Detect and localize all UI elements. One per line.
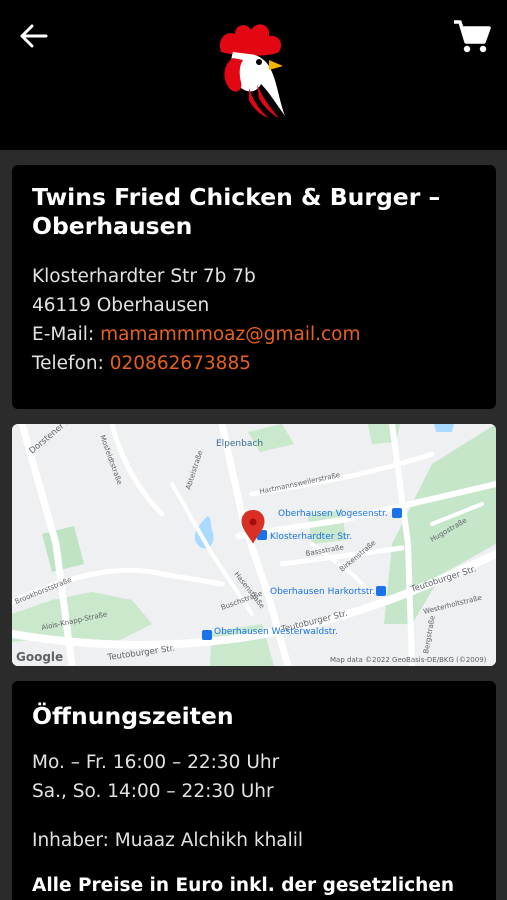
restaurant-info-card: Twins Fried Chicken & Burger – Oberhause… — [12, 165, 496, 409]
map-stop-label: Oberhausen Harkortstr. — [270, 587, 375, 597]
shopping-cart-icon — [454, 20, 491, 53]
weekend-hours: Sa., So. 14:00 – 22:30 Uhr — [32, 781, 274, 802]
owner-info: Inhaber: Muaaz Alchikh khalil — [32, 830, 304, 851]
restaurant-name: Twins Fried Chicken & Burger – Oberhause… — [32, 183, 441, 240]
app-header — [0, 0, 507, 150]
weekday-hours: Mo. – Fr. 16:00 – 22:30 Uhr — [32, 752, 280, 773]
email-label: E-Mail: — [32, 324, 95, 345]
rooster-logo — [213, 22, 293, 120]
opening-hours-card: Öffnungszeiten Mo. – Fr. 16:00 – 22:30 U… — [12, 681, 496, 900]
location-map[interactable]: Dorstener Str. Mosfeldtstraße Hartmannsw… — [12, 424, 496, 666]
cart-button[interactable] — [452, 18, 492, 54]
opening-hours-title: Öffnungszeiten — [32, 702, 234, 730]
email-link[interactable]: mamammmoaz@gmail.com — [100, 324, 360, 345]
map-stop-label: Klosterhardter Str. — [270, 532, 352, 542]
back-button[interactable] — [16, 20, 52, 52]
phone-row: Telefon: 020862673885 — [32, 352, 251, 376]
email-row: E-Mail: mamammmoaz@gmail.com — [32, 323, 361, 347]
phone-label: Telefon: — [32, 353, 104, 374]
street-address: Klosterhardter Str 7b 7b — [32, 266, 256, 287]
city-address: 46119 Oberhausen — [32, 295, 210, 316]
map-place-label: Elpenbach — [216, 439, 263, 449]
phone-link[interactable]: 020862673885 — [110, 353, 251, 374]
map-attribution: Map data ©2022 GeoBasis-DE/BKG (©2009) — [330, 656, 487, 664]
arrow-left-icon — [20, 24, 48, 48]
google-logo: Google — [16, 650, 63, 664]
map-stop-label: Oberhausen Westerwaldstr. — [214, 627, 338, 637]
map-stop-label: Oberhausen Vogesenstr. — [278, 509, 388, 519]
prices-note: Alle Preise in Euro inkl. der gesetzlich… — [32, 875, 455, 896]
